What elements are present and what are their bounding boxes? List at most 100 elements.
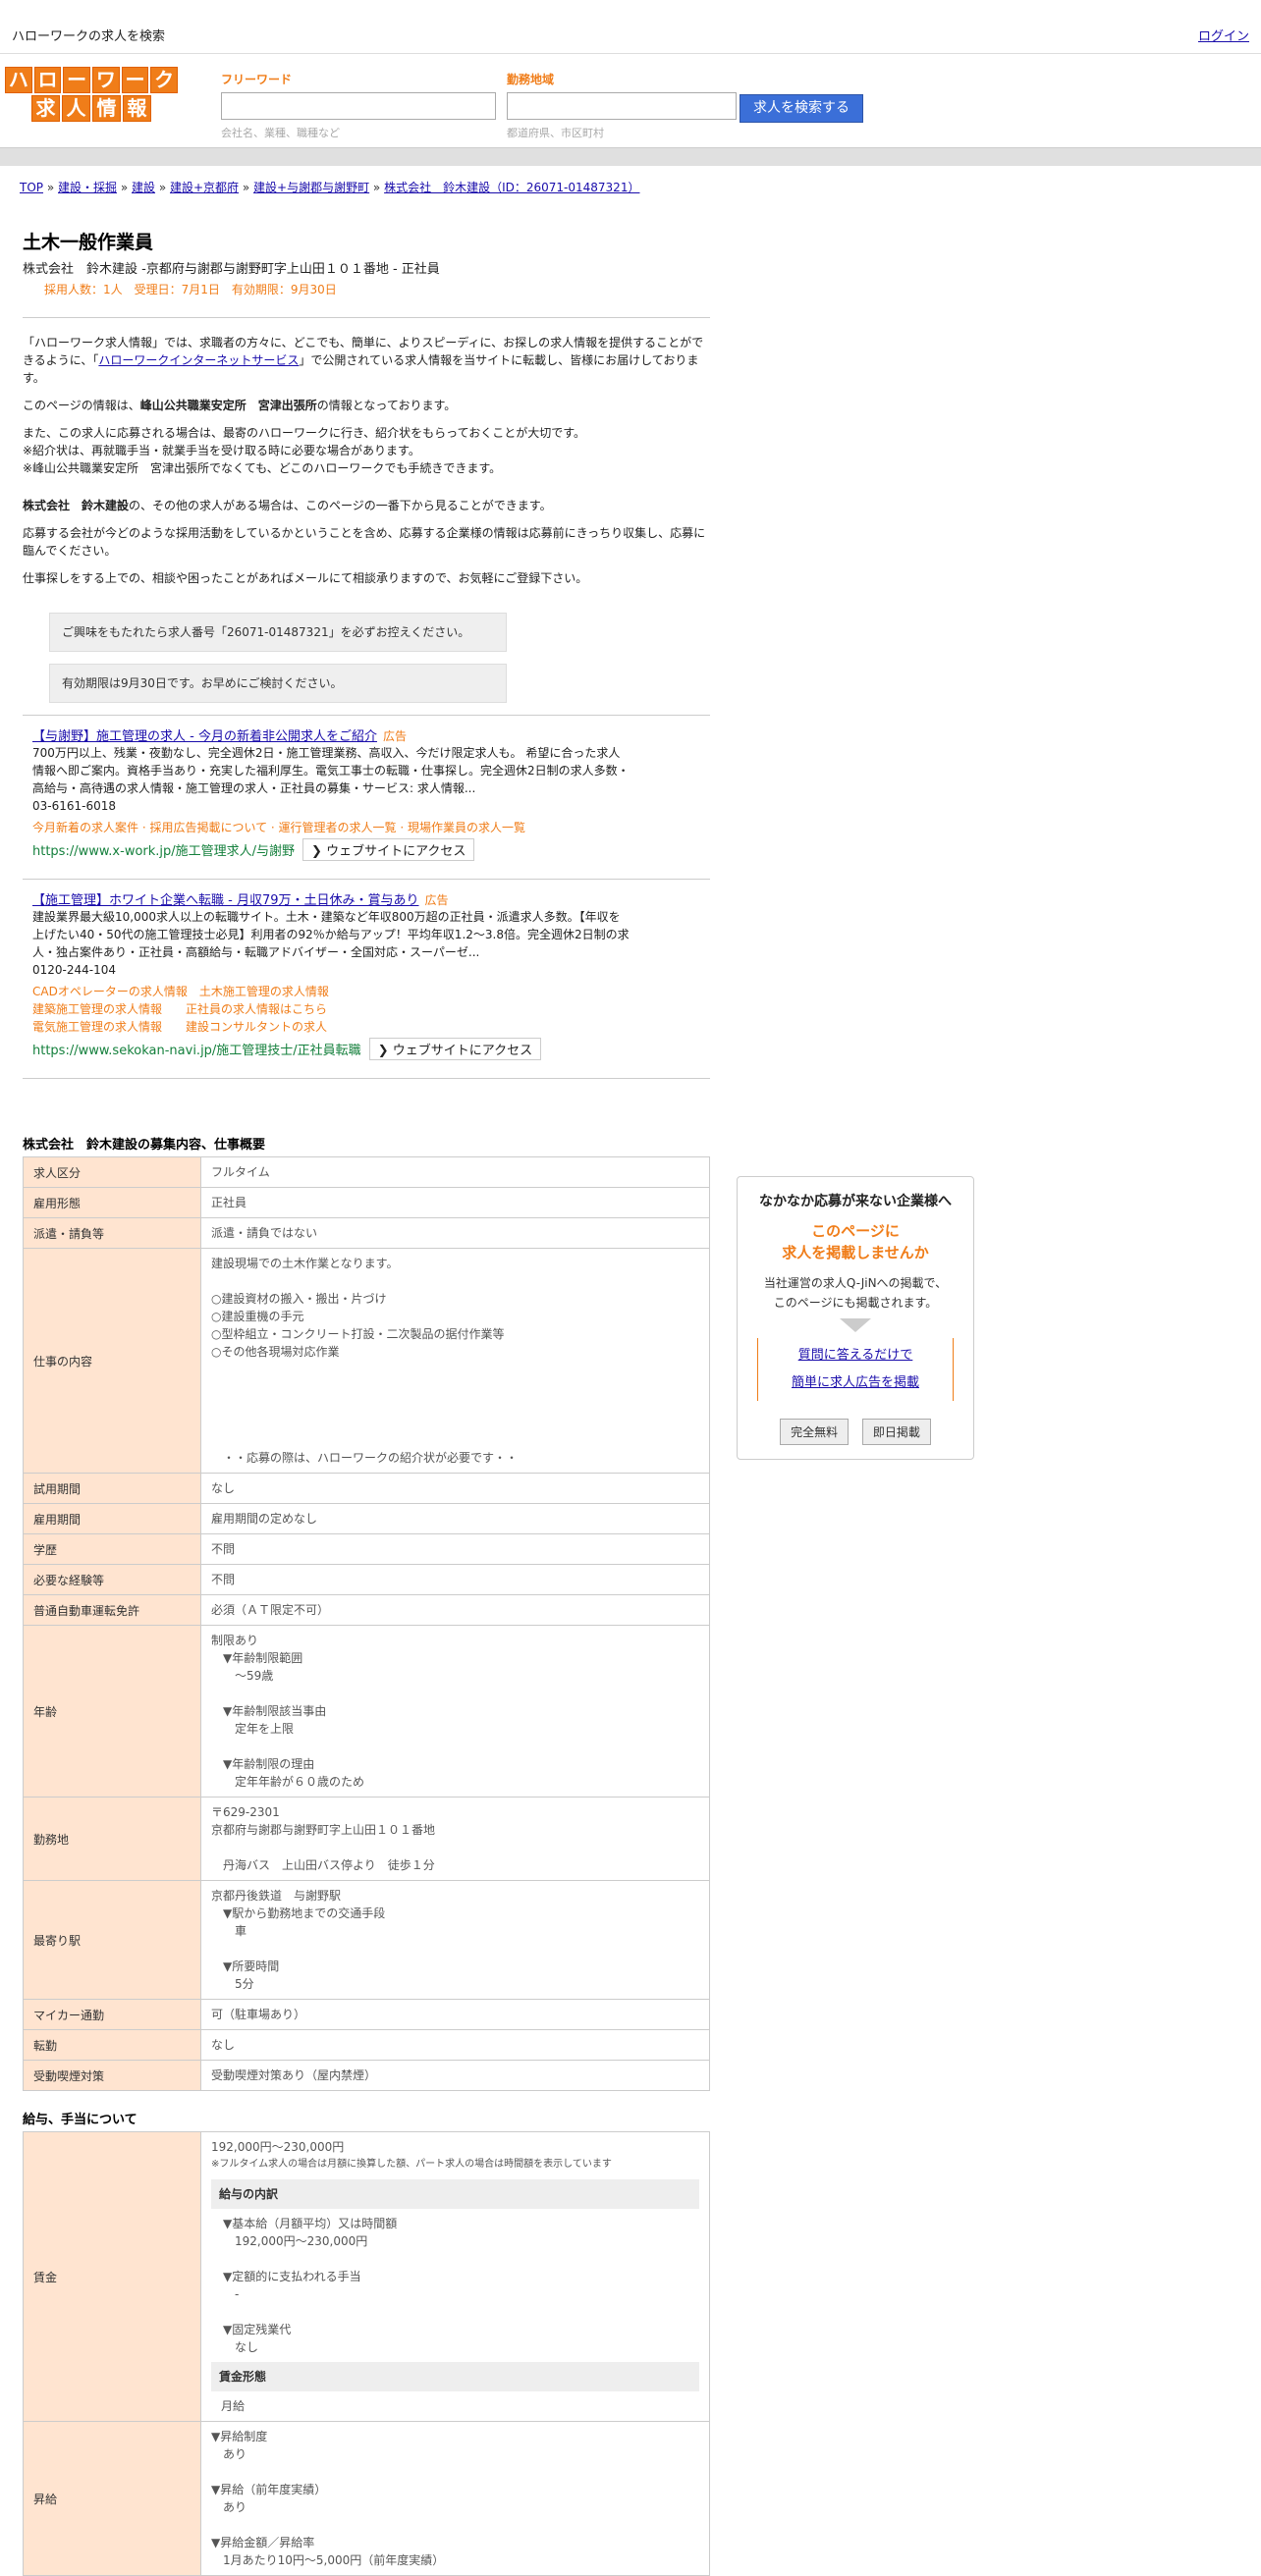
ad-title-row: 【与謝野】施工管理の求人 - 今月の新着非公開求人をご紹介 広告 [32,725,700,744]
ad-block: 【与謝野】施工管理の求人 - 今月の新着非公開求人をご紹介 広告 700万円以上、残… [23,725,710,861]
row-value: 不問 [200,1564,710,1595]
ad-title-row: 【施工管理】ホワイト企業へ転職 - 月収79万・土日休み・賞与あり 広告 [32,889,700,908]
row-label: 学歴 [23,1533,201,1565]
logo-char: ク [150,67,179,93]
table-row: 年齢 制限あり ▼年齢制限範囲 ～59歳 ▼年齢制限該当事由 定年を上限 ▼年齢制… [23,1625,710,1798]
ad-phone[interactable]: 03-6161-6018 [32,799,700,813]
breadcrumb: TOP » 建設・採掘 » 建設 » 建設+京都府 » 建設+与謝郡与謝野町 »… [20,181,640,194]
row-value: 雇用期間の定めなし [200,1503,710,1534]
advertise-offer-1: このページに [811,1222,900,1240]
row-value: 建設現場での土木作業となります。 ○建設資材の搬入・搬出・片づけ ○建設重機の手… [200,1248,710,1474]
ad-sitelinks[interactable]: CADオペレーターの求人情報 土木施工管理の求人情報 建築施工管理の求人情報 正… [32,983,700,1036]
ad-url[interactable]: https://www.x-work.jp/施工管理求人/与謝野 [32,844,295,859]
row-label: 年齢 [23,1625,201,1798]
row-label: 昇給 [23,2421,201,2576]
table-row: 求人区分 フルタイム [23,1156,710,1188]
table-row: 学歴 不問 [23,1533,710,1565]
logo-char: 求 [31,95,60,122]
row-value: 京都丹後鉄道 与謝野駅 ▼駅から勤務地までの交通手段 車 ▼所要時間 5分 [200,1880,710,2000]
login-link[interactable]: ログイン [1198,26,1249,44]
ad-title-link[interactable]: 【施工管理】ホワイト企業へ転職 - 月収79万・土日休み・賞与あり [32,893,419,908]
ad-tag: 広告 [382,729,407,743]
breadcrumb-link[interactable]: TOP [20,181,43,194]
table-row: 転勤 なし [23,2029,710,2061]
site-title: ハローワークの求人を検索 [12,29,166,44]
row-label: 賃金 [23,2131,201,2422]
note-expiry: 有効期限は9月30日です。お早めにご検討ください。 [49,664,507,703]
intro-paragraph-5: ※峰山公共職業安定所 宮津出張所でなくても、どこのハローワークでも手続きできます… [23,461,502,475]
ad-description: 700万円以上、残業・夜勤なし、完全週休2日・施工管理業務、高収入、今だけ限定求… [32,746,630,795]
job-subtitle: 株式会社 鈴木建設 -京都府与謝郡与謝野町字上山田１０１番地 - 正社員 [23,262,440,277]
logo-char: ワ [92,67,120,93]
row-label: 試用期間 [23,1473,201,1504]
job-meta: 採用人数：1人 受理日：7月1日 有効期限：9月30日 [44,283,337,296]
breadcrumb-link[interactable]: 建設+与謝郡与謝野町 [253,181,369,194]
divider [23,879,710,880]
breadcrumb-link[interactable]: 建設+京都府 [170,181,239,194]
search-button[interactable]: 求人を検索する [740,94,863,123]
area-input[interactable] [507,92,737,120]
area-field: 勤務地域 都道府県、市区町村 [507,71,737,140]
row-label: 受動喫煙対策 [23,2060,201,2091]
row-label: 普通自動車運転免許 [23,1594,201,1626]
table-row: 仕事の内容 建設現場での土木作業となります。 ○建設資材の搬入・搬出・片づけ ○建… [23,1248,710,1474]
ad-sitelinks[interactable]: 今月新着の求人案件 · 採用広告掲載について · 運行管理者の求人一覧 · 現場… [32,819,700,836]
row-label: 勤務地 [23,1797,201,1881]
intro-paragraph-1: 「ハローワーク求人情報」では、求職者の方々に、どこでも、簡単に、よりスピーディに… [23,336,704,385]
visit-site-button[interactable]: ❯ ウェブサイトにアクセス [368,1038,542,1060]
advertise-desc: 当社運営の求人Q-JiNへの掲載で、 このページにも掲載されます。 [763,1276,948,1310]
area-placeholder: 都道府県、市区町村 [507,127,604,139]
free-badge: 完全無料 [780,1419,850,1445]
table-row: 派遣・請負等 派遣・請負ではない [23,1217,710,1249]
freeword-field: フリーワード 会社名、業種、職種など [221,71,496,140]
intro-paragraph-3: また、この求人に応募される場合は、最寄のハローワークに行き、紹介状をもらっておく… [23,426,586,440]
recruit-heading: 株式会社 鈴木建設の募集内容、仕事概要 [23,1138,266,1153]
row-value: 正社員 [200,1187,710,1218]
advertise-link-1[interactable]: 質問に答えるだけで [798,1348,913,1363]
visit-site-button[interactable]: ❯ ウェブサイトにアクセス [302,838,475,861]
down-arrow-icon [840,1318,871,1332]
advertise-heading: なかなか応募が来ない企業様へ [759,1194,952,1209]
table-row: 雇用形態 正社員 [23,1187,710,1218]
table-row: マイカー通勤 可（駐車場あり） [23,1999,710,2030]
table-row: 必要な経験等 不問 [23,1564,710,1595]
breadcrumb-link[interactable]: 建設・採掘 [58,181,117,194]
row-value: 不問 [200,1533,710,1565]
ad-title-link[interactable]: 【与謝野】施工管理の求人 - 今月の新着非公開求人をご紹介 [32,729,377,744]
area-label: 勤務地域 [507,73,555,86]
row-label: 派遣・請負等 [23,1217,201,1249]
logo-char: ロ [33,67,62,93]
salary-table: 賃金 192,000円〜230,000円 ※フルタイム求人の場合は月額に換算した… [23,2131,710,2576]
logo-char: 情 [92,95,121,122]
logo-char: ハ [4,67,32,93]
row-label: マイカー通勤 [23,1999,201,2030]
ad-phone[interactable]: 0120-244-104 [32,963,700,977]
note-job-number: ご興味をもたれたら求人番号「26071-01487321」を必ずお控えください。 [49,613,507,652]
main-content: 土木一般作業員 株式会社 鈴木建設 -京都府与謝郡与謝野町字上山田１０１番地 -… [23,228,710,2576]
advertise-box: なかなか応募が来ない企業様へ このページに 求人を掲載しませんか 当社運営の求人… [737,1176,974,1460]
row-value: 可（駐車場あり） [200,1999,710,2030]
divider-band [0,147,1261,166]
sameday-badge: 即日掲載 [861,1419,931,1445]
logo-char: ー [121,67,149,93]
freeword-placeholder: 会社名、業種、職種など [221,127,340,139]
logo-char: ー [63,67,90,93]
job-title: 土木一般作業員 [23,232,154,253]
breadcrumb-link[interactable]: 株式会社 鈴木建設（ID：26071-01487321） [384,181,639,194]
table-row: 最寄り駅 京都丹後鉄道 与謝野駅 ▼駅から勤務地までの交通手段 車 ▼所要時間 5… [23,1880,710,2000]
freeword-input[interactable] [221,92,496,120]
table-row: 昇給 ▼昇給制度 あり ▼昇給（前年度実績） あり ▼昇給金額／昇給率 1月あた… [23,2421,710,2576]
ad-url[interactable]: https://www.sekokan-navi.jp/施工管理技士/正社員転職 [32,1044,361,1058]
intro-paragraph-6: 株式会社 鈴木建設の、その他の求人がある場合は、このページの一番下から見ることが… [23,499,552,512]
row-label: 求人区分 [23,1156,201,1188]
row-value: 受動喫煙対策あり（屋内禁煙） [200,2060,710,2091]
row-value: 必須（ＡＴ限定不可） [200,1594,710,1626]
row-value: 192,000円〜230,000円 ※フルタイム求人の場合は月額に換算した額、パ… [200,2131,710,2422]
advertise-badges: 完全無料 即日掲載 [738,1419,973,1445]
row-label: 仕事の内容 [23,1248,201,1474]
breadcrumb-link[interactable]: 建設 [132,181,155,194]
row-value: 派遣・請負ではない [200,1217,710,1249]
site-logo[interactable]: ハローワーク 求人情報 [4,67,179,124]
hellowork-link[interactable]: ハローワークインターネットサービス [98,353,299,367]
advertise-link-2[interactable]: 簡単に求人広告を掲載 [792,1375,919,1390]
